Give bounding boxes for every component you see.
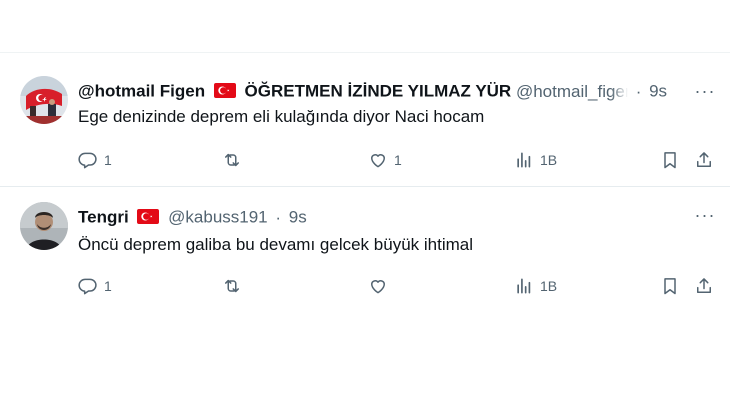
views-icon [517,278,531,294]
tweet[interactable]: @hotmail Figen ÖĞRETMEN İZİNDE YILMAZ YÜ… [0,64,730,187]
tweet-actions: 1 1B [78,274,716,298]
display-name[interactable]: Tengri [78,208,129,227]
tweet[interactable]: Tengri @kabuss191 · 9s ··· Öncü deprem g… [0,190,730,310]
user-handle[interactable]: @hotmail_figen [516,81,628,102]
tweet-header: @hotmail Figen ÖĞRETMEN İZİNDE YILMAZ YÜ… [78,80,716,102]
like-icon [371,154,385,168]
timestamp[interactable]: 9s [649,82,667,101]
tweet-header: Tengri @kabuss191 · 9s [78,206,716,228]
retweet-button[interactable] [222,274,248,298]
views-count: 1B [540,278,558,294]
timestamp[interactable]: 9s [289,208,307,227]
share-icon [697,152,711,167]
tweet-text: Ege denizinde deprem eli kulağında diyor… [78,107,485,126]
reply-count: 1 [104,278,112,294]
views-button[interactable]: 1B [514,274,557,298]
like-button[interactable] [368,274,394,298]
bookmark-icon [664,278,676,295]
bookmark-icon [664,152,676,169]
avatar[interactable] [20,76,68,124]
more-icon[interactable]: ··· [694,80,716,102]
retweet-icon [225,153,239,167]
separator-dot: · [275,207,282,227]
tweet-divider [0,186,730,187]
views-button[interactable]: 1B [514,148,557,172]
bookmark-button[interactable] [660,274,680,298]
timeline-feed: @hotmail Figen ÖĞRETMEN İZİNDE YILMAZ YÜ… [0,0,730,420]
top-divider [0,52,730,53]
share-button[interactable] [694,148,714,172]
more-icon[interactable]: ··· [694,204,716,226]
bookmark-button[interactable] [660,148,680,172]
separator-dot: · [635,81,642,101]
display-name-suffix[interactable]: ÖĞRETMEN İZİNDE YILMAZ YÜR [245,82,512,101]
views-icon [517,152,531,168]
views-count: 1B [540,152,558,168]
display-name[interactable]: @hotmail Figen [78,82,205,101]
reply-icon [78,278,97,295]
share-icon [697,278,711,293]
like-icon [371,280,385,294]
reply-button[interactable]: 1 [78,148,112,172]
retweet-icon [225,279,239,293]
share-button[interactable] [694,274,714,298]
user-handle[interactable]: @kabuss191 [168,208,268,227]
reply-button[interactable]: 1 [78,274,112,298]
turkey-flag-icon [137,209,160,225]
retweet-button[interactable] [222,148,248,172]
tweet-text: Öncü deprem galiba bu devamı gelcek büyü… [78,235,473,254]
like-count: 1 [394,152,402,168]
like-button[interactable]: 1 [368,148,402,172]
reply-count: 1 [104,152,112,168]
turkey-flag-icon [213,83,236,99]
reply-icon [78,152,97,169]
avatar[interactable] [20,202,68,250]
tweet-actions: 1 1 1B [78,148,716,172]
